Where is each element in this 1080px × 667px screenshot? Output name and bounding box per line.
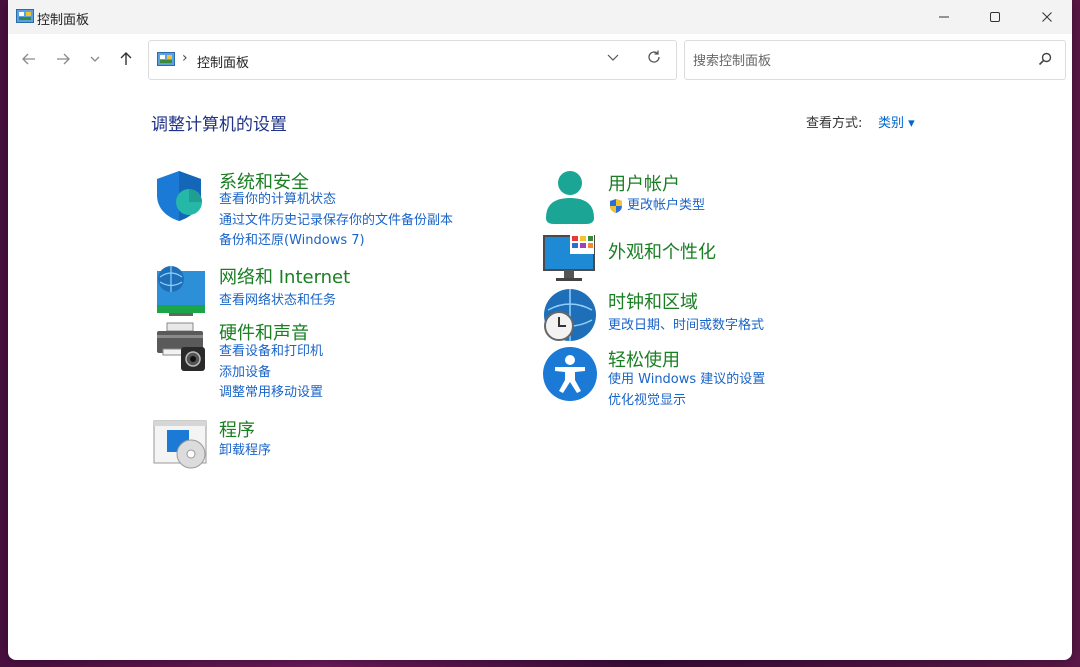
- search-box[interactable]: [684, 40, 1066, 80]
- link-view-computer-status[interactable]: 查看你的计算机状态: [219, 190, 453, 211]
- page-title: 调整计算机的设置: [151, 115, 287, 135]
- link-mobility-settings[interactable]: 调整常用移动设置: [219, 383, 323, 404]
- link-add-device[interactable]: 添加设备: [219, 363, 323, 384]
- search-icon[interactable]: [1037, 51, 1053, 67]
- arrow-left-icon: [22, 53, 35, 65]
- category-programs: 程序 卸载程序: [153, 416, 553, 472]
- programs-disc-icon[interactable]: [153, 416, 209, 472]
- category-title[interactable]: 轻松使用: [608, 346, 680, 372]
- control-panel-window: 控制面板 › 控制面板 搜索控制面板 调整计算机的设置 查看方式: 类别 ▾ 系…: [8, 0, 1072, 660]
- category-title[interactable]: 程序: [219, 416, 255, 442]
- link-change-account-type-row[interactable]: 更改帐户类型: [608, 196, 705, 217]
- recent-locations-button[interactable]: [84, 48, 106, 70]
- chevron-down-icon: [90, 56, 100, 62]
- category-links: 查看设备和打印机 添加设备 调整常用移动设置: [219, 342, 323, 404]
- category-links: 查看网络状态和任务: [219, 291, 336, 312]
- clock-globe-icon[interactable]: [542, 288, 598, 344]
- address-bar[interactable]: › 控制面板: [148, 40, 677, 80]
- refresh-icon: [648, 50, 660, 63]
- back-button[interactable]: [18, 48, 40, 70]
- category-links: 查看你的计算机状态 通过文件历史记录保存你的文件备份副本 备份和还原(Windo…: [219, 190, 453, 252]
- close-icon: [1042, 12, 1052, 22]
- category-links: 更改日期、时间或数字格式: [608, 316, 764, 337]
- category-system-security: 系统和安全 查看你的计算机状态 通过文件历史记录保存你的文件备份副本 备份和还原…: [153, 168, 553, 248]
- category-title[interactable]: 网络和 Internet: [219, 263, 350, 289]
- uac-shield-icon: [610, 199, 622, 214]
- category-links: 更改帐户类型: [608, 196, 705, 217]
- link-uninstall-program[interactable]: 卸载程序: [219, 441, 271, 462]
- category-hardware-sound: 硬件和声音 查看设备和打印机 添加设备 调整常用移动设置: [153, 319, 553, 400]
- link-view-network-status[interactable]: 查看网络状态和任务: [219, 291, 336, 312]
- link-backup-restore[interactable]: 备份和还原(Windows 7): [219, 231, 453, 252]
- link-change-account-type[interactable]: 更改帐户类型: [627, 196, 705, 217]
- title-bar[interactable]: 控制面板: [8, 0, 1072, 34]
- maximize-icon: [990, 12, 1000, 22]
- arrow-up-icon: [120, 52, 132, 65]
- view-by-label: 查看方式:: [806, 116, 863, 131]
- category-clock-region: 时钟和区域 更改日期、时间或数字格式: [542, 288, 942, 344]
- monitor-icon[interactable]: [542, 232, 598, 288]
- navigation-bar: › 控制面板: [8, 40, 1072, 80]
- search-input[interactable]: [691, 50, 1025, 72]
- category-title[interactable]: 外观和个性化: [608, 238, 716, 264]
- minimize-icon: [939, 16, 949, 18]
- link-optimize-visual-display[interactable]: 优化视觉显示: [608, 391, 765, 412]
- control-panel-icon: [16, 9, 34, 23]
- minimize-button[interactable]: [921, 0, 967, 34]
- link-view-devices-printers[interactable]: 查看设备和打印机: [219, 342, 323, 363]
- link-change-date-time-format[interactable]: 更改日期、时间或数字格式: [608, 316, 764, 337]
- user-icon[interactable]: [542, 170, 598, 226]
- breadcrumb-control-panel[interactable]: 控制面板: [197, 52, 249, 71]
- network-globe-icon[interactable]: [153, 263, 209, 319]
- forward-button[interactable]: [52, 48, 74, 70]
- printer-icon[interactable]: [153, 319, 209, 375]
- main-content: 调整计算机的设置 查看方式: 类别 ▾ 系统和安全 查看你的计算机状态 通过文件…: [8, 80, 1072, 660]
- maximize-button[interactable]: [972, 0, 1018, 34]
- refresh-button[interactable]: [646, 49, 662, 69]
- category-ease-of-access: 轻松使用 使用 Windows 建议的设置 优化视觉显示: [542, 346, 942, 416]
- category-title[interactable]: 用户帐户: [608, 170, 680, 196]
- arrow-right-icon: [57, 53, 70, 65]
- breadcrumb-separator[interactable]: ›: [182, 50, 188, 66]
- category-network-internet: 网络和 Internet 查看网络状态和任务: [153, 263, 553, 319]
- category-links: 卸载程序: [219, 441, 271, 462]
- control-panel-icon: [157, 52, 175, 66]
- shield-icon[interactable]: [153, 168, 209, 224]
- category-user-accounts: 用户帐户 更改帐户类型: [542, 170, 942, 226]
- up-button[interactable]: [115, 48, 137, 70]
- link-file-history-backup[interactable]: 通过文件历史记录保存你的文件备份副本: [219, 211, 453, 232]
- view-by-dropdown[interactable]: 类别 ▾: [878, 112, 915, 131]
- chevron-down-icon: [607, 54, 619, 61]
- accessibility-icon[interactable]: [542, 346, 598, 402]
- close-button[interactable]: [1024, 0, 1070, 34]
- category-links: 使用 Windows 建议的设置 优化视觉显示: [608, 370, 765, 411]
- category-appearance: 外观和个性化: [542, 232, 942, 288]
- window-title: 控制面板: [37, 13, 90, 28]
- link-recommended-settings[interactable]: 使用 Windows 建议的设置: [608, 370, 765, 391]
- address-dropdown-button[interactable]: [607, 51, 619, 66]
- category-title[interactable]: 时钟和区域: [608, 288, 698, 314]
